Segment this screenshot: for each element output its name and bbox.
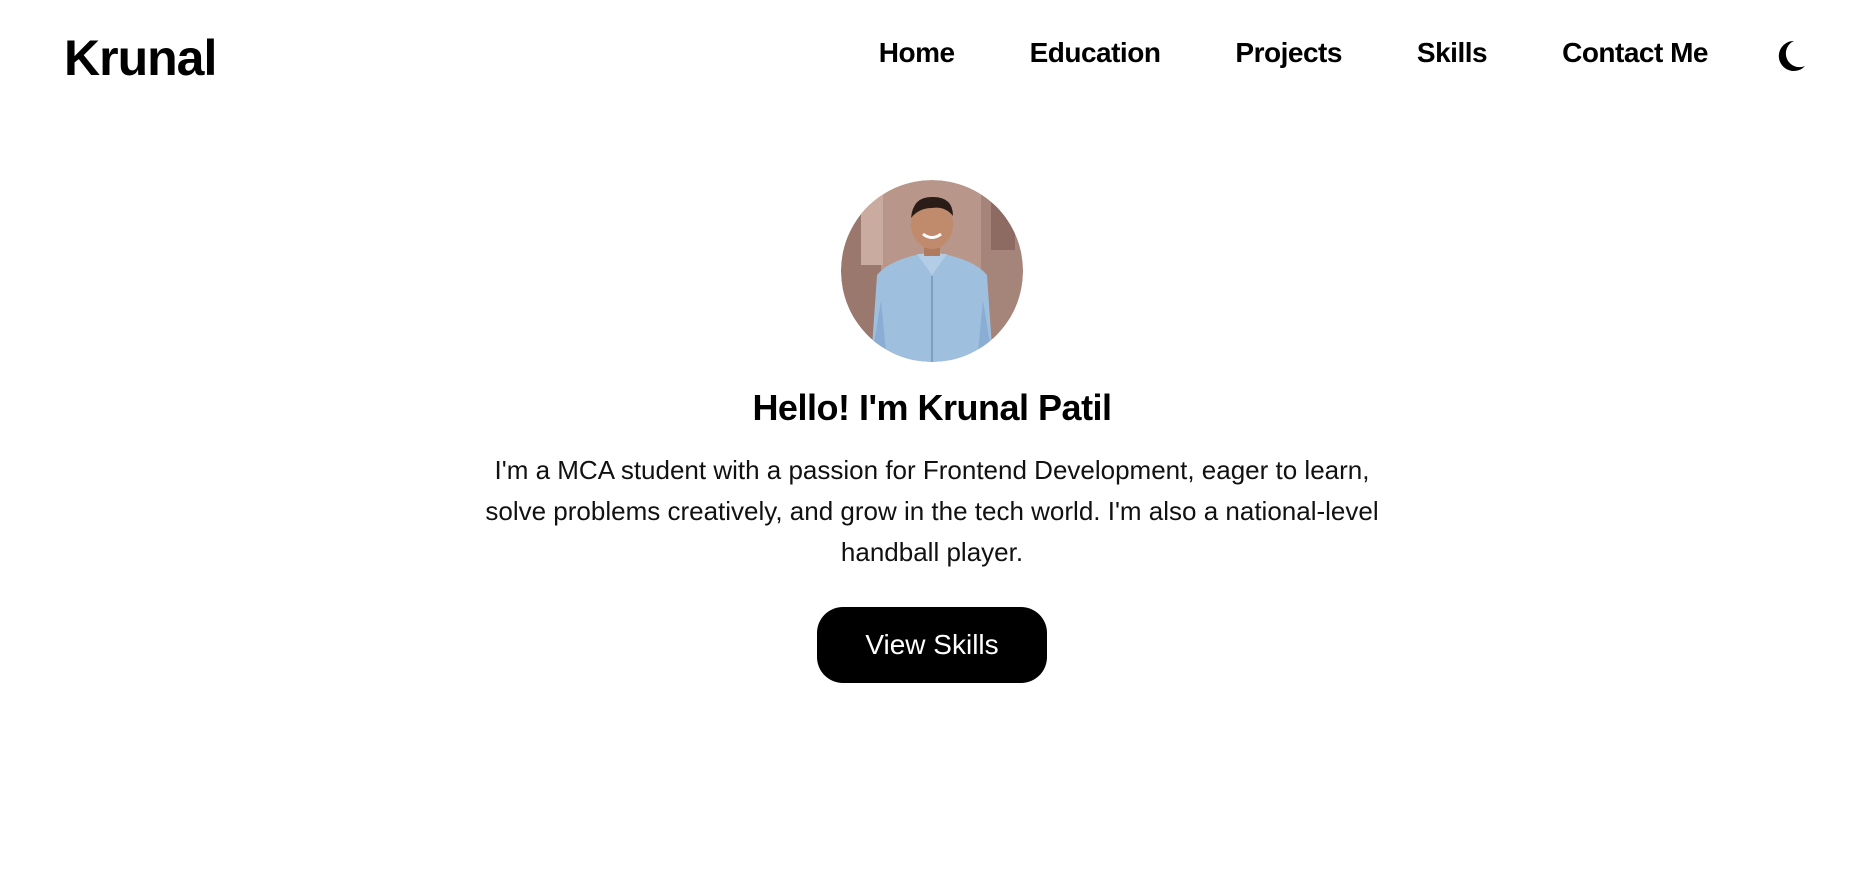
hero-heading: Hello! I'm Krunal Patil (752, 387, 1112, 428)
navbar: Krunal Home Education Projects Skills Co… (0, 0, 1864, 110)
moon-icon (1778, 40, 1805, 71)
hero-description: I'm a MCA student with a passion for Fro… (485, 455, 1379, 567)
nav-item-skills[interactable]: Skills (1417, 33, 1488, 73)
brand-logo[interactable]: Krunal (64, 28, 217, 88)
nav-item-contact[interactable]: Contact Me (1562, 33, 1708, 73)
page: Krunal Home Education Projects Skills Co… (0, 0, 1864, 871)
avatar (841, 180, 1023, 362)
nav-item-projects[interactable]: Projects (1235, 33, 1342, 73)
view-skills-button[interactable]: View Skills (817, 607, 1047, 683)
hero-section: Hello! I'm Krunal Patil I'm a MCA studen… (0, 180, 1864, 683)
main-nav: Home Education Projects Skills Contact M… (804, 33, 1709, 73)
nav-item-home[interactable]: Home (879, 33, 955, 73)
nav-item-education[interactable]: Education (1030, 33, 1161, 73)
theme-toggle-button[interactable] (1772, 36, 1808, 76)
